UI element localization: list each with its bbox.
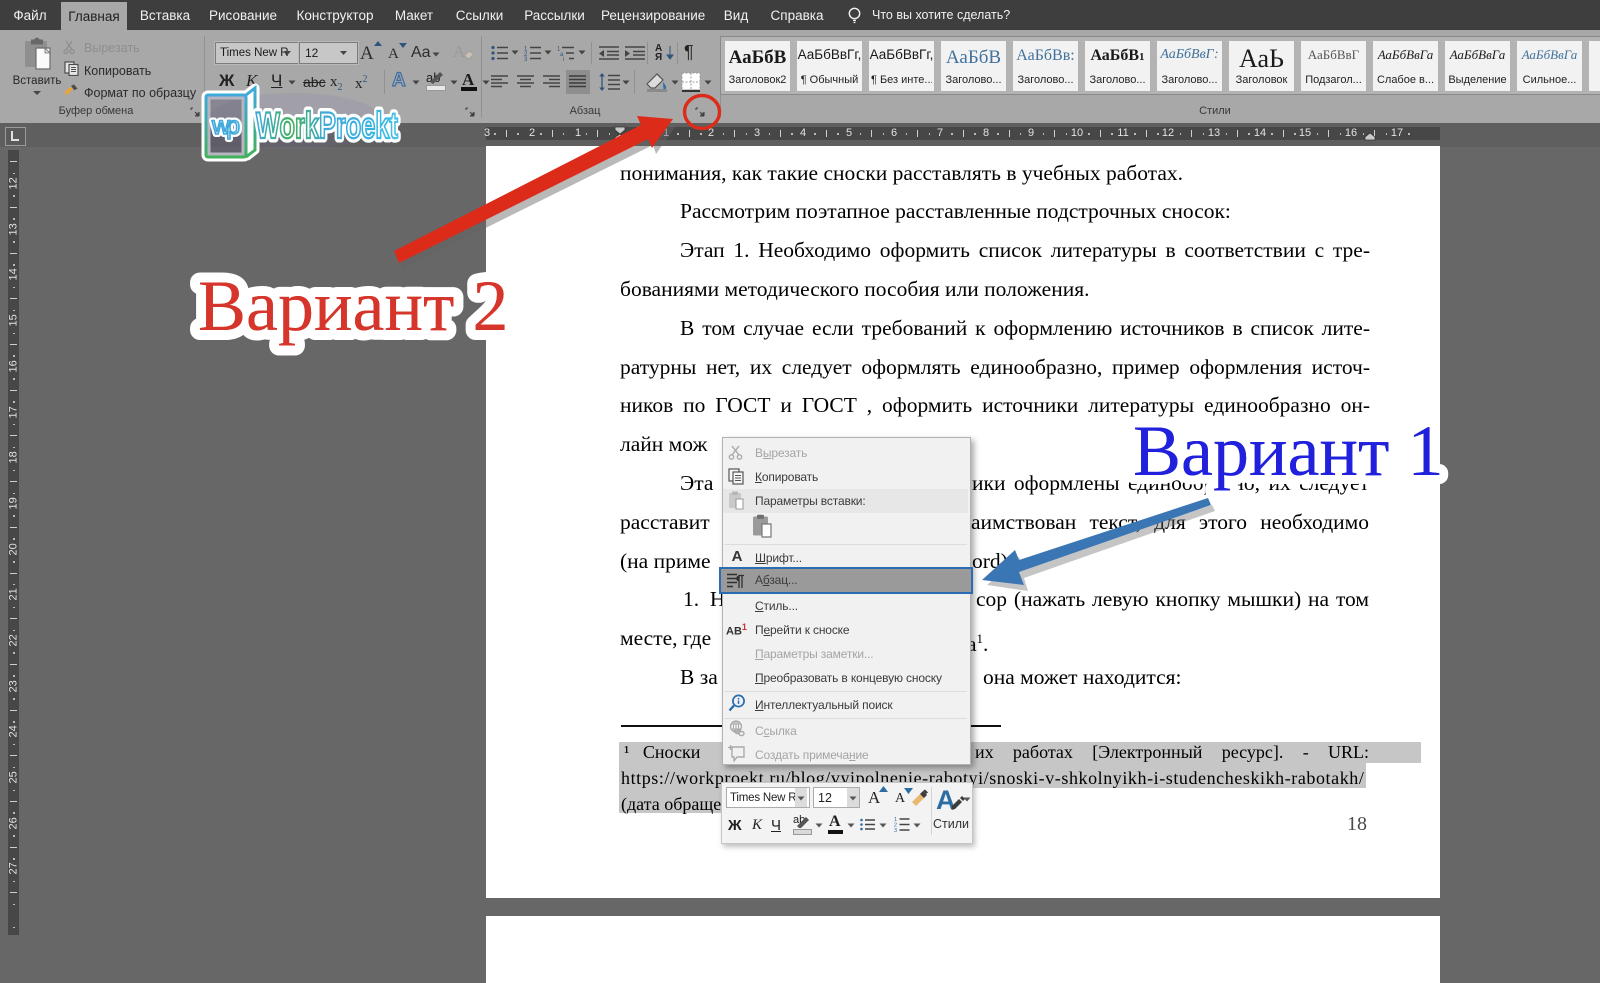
svg-text:3: 3: [894, 828, 897, 832]
svg-text:Вариант 2: Вариант 2: [198, 266, 508, 346]
svg-text:3: 3: [524, 57, 528, 61]
svg-text:Вариант 2: Вариант 2: [198, 266, 508, 346]
svg-text:i: i: [563, 57, 564, 61]
